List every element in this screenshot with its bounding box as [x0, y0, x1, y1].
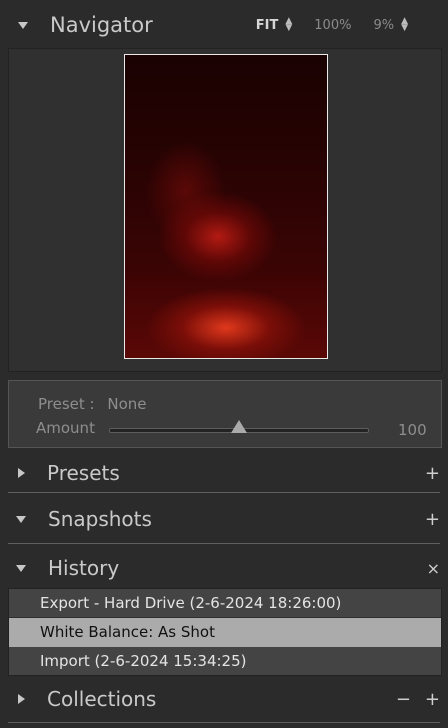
snapshots-header[interactable]: Snapshots + [8, 506, 440, 532]
snapshots-title: Snapshots [48, 507, 152, 531]
collections-actions: − + [396, 689, 440, 710]
zoom-custom[interactable]: 9% ▲ ▼ [373, 16, 408, 33]
minus-icon[interactable]: − [396, 689, 411, 710]
plus-icon[interactable]: + [425, 509, 440, 530]
history-header[interactable]: History × [8, 555, 440, 581]
zoom-options: FIT ▲ ▼ 100% 9% ▲ ▼ [256, 16, 408, 33]
collections-header[interactable]: Collections − + [8, 686, 440, 712]
collapse-triangle-icon[interactable] [16, 564, 26, 572]
divider [8, 492, 440, 493]
collapse-triangle-icon[interactable] [16, 515, 26, 523]
navigator-header[interactable]: Navigator FIT ▲ ▼ 100% 9% ▲ ▼ [8, 10, 440, 40]
history-item-selected[interactable]: White Balance: As Shot [9, 618, 441, 647]
preset-value[interactable]: None [107, 395, 146, 413]
zoom-100[interactable]: 100% [314, 18, 351, 33]
collapse-triangle-icon[interactable] [18, 21, 28, 29]
expand-triangle-icon[interactable] [18, 694, 25, 704]
amount-slider-thumb[interactable] [231, 420, 247, 433]
navigator-title: Navigator [50, 13, 153, 37]
divider [8, 543, 440, 544]
plus-icon[interactable]: + [425, 689, 440, 710]
preset-label: Preset : [38, 395, 95, 413]
expand-triangle-icon[interactable] [18, 468, 25, 478]
history-item[interactable]: Export - Hard Drive (2-6-2024 18:26:00) [9, 589, 441, 618]
history-list: Export - Hard Drive (2-6-2024 18:26:00) … [8, 588, 442, 676]
divider [8, 722, 440, 723]
updown-arrows-icon: ▲ ▼ [285, 16, 293, 33]
updown-arrows-icon: ▲ ▼ [401, 16, 408, 33]
history-item[interactable]: Import (2-6-2024 15:34:25) [9, 647, 441, 676]
presets-header[interactable]: Presets + [8, 460, 440, 486]
preset-amount-panel: Preset : None Amount 100 [8, 380, 442, 448]
amount-value[interactable]: 100 [398, 421, 427, 439]
preset-row: Preset : None [38, 395, 147, 413]
zoom-fit[interactable]: FIT ▲ ▼ [256, 16, 293, 33]
amount-label: Amount [36, 419, 95, 437]
close-icon[interactable]: × [427, 559, 440, 578]
collections-title: Collections [47, 687, 157, 711]
photo-thumbnail[interactable] [124, 54, 328, 359]
presets-title: Presets [47, 461, 120, 485]
plus-icon[interactable]: + [425, 463, 440, 484]
history-title: History [48, 556, 120, 580]
